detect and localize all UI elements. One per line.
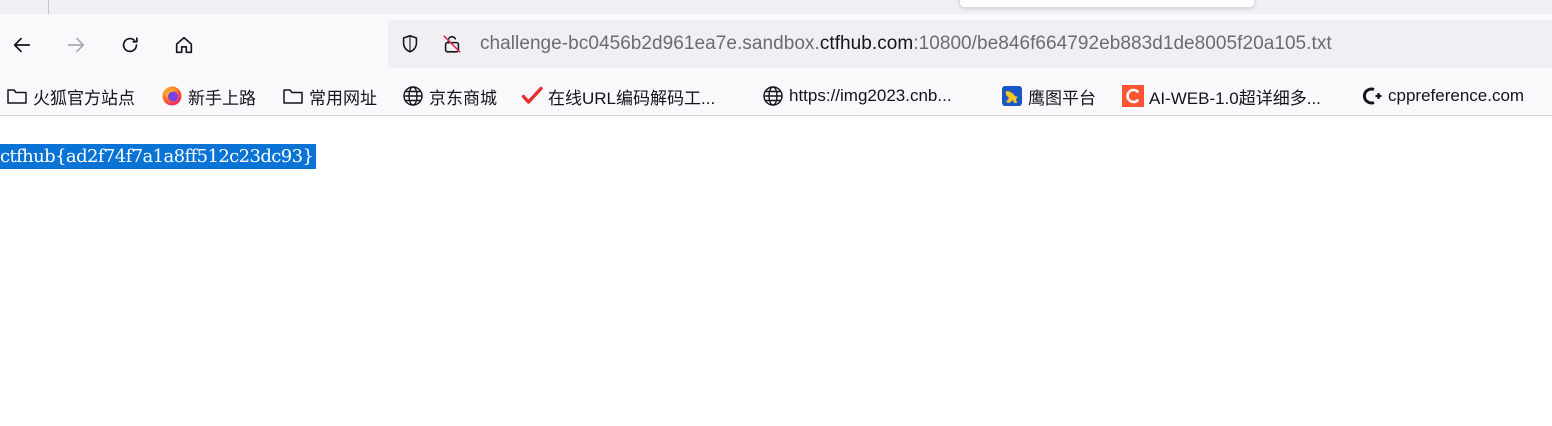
bookmark-folder-firefox-official[interactable]: 火狐官方站点 bbox=[6, 83, 135, 109]
bookmark-label: https://img2023.cnb... bbox=[789, 86, 952, 105]
cpp-logo-icon bbox=[1361, 85, 1383, 107]
bookmark-label: 常用网址 bbox=[309, 88, 377, 108]
page-content: ctfhub{ad2f74f7a1a8ff512c23dc93} bbox=[0, 117, 1552, 426]
back-arrow-icon bbox=[13, 37, 31, 53]
bookmark-label: 新手上路 bbox=[188, 88, 256, 108]
home-icon bbox=[175, 36, 193, 54]
bookmark-label: 在线URL编码解码工... bbox=[548, 88, 716, 108]
shield-icon bbox=[402, 34, 418, 53]
insecure-lock-icon bbox=[443, 35, 461, 53]
hunter-logo-icon bbox=[1001, 85, 1023, 107]
address-bar[interactable]: challenge-bc0456b2d961ea7e.sandbox.ctfhu… bbox=[388, 20, 1552, 68]
reload-icon bbox=[122, 37, 138, 53]
home-button[interactable] bbox=[168, 29, 200, 61]
forward-arrow-icon bbox=[67, 37, 85, 53]
globe-icon bbox=[402, 85, 424, 107]
bookmark-label: 鹰图平台 bbox=[1028, 88, 1096, 108]
bookmark-label: 京东商城 bbox=[429, 88, 497, 108]
bookmarks-toolbar: 火狐官方站点 新手上路 常用网址 京东商城 在线URL编码解码工... http… bbox=[0, 76, 1552, 116]
reload-button[interactable] bbox=[114, 29, 146, 61]
bookmark-jd-mall[interactable]: 京东商城 bbox=[402, 83, 497, 109]
url-prefix: challenge-bc0456b2d961ea7e.sandbox. bbox=[480, 33, 820, 54]
bookmark-ai-web-article[interactable]: AI-WEB-1.0超详细多... bbox=[1122, 83, 1321, 109]
back-button[interactable] bbox=[6, 29, 38, 61]
url-suffix: :10800/be846f664792eb883d1de8005f20a105.… bbox=[913, 33, 1332, 54]
firefox-icon bbox=[161, 85, 183, 107]
bookmark-hunter-platform[interactable]: 鹰图平台 bbox=[1001, 83, 1096, 109]
bookmark-img2023[interactable]: https://img2023.cnb... bbox=[762, 83, 952, 109]
folder-icon bbox=[6, 85, 28, 107]
bookmark-label: 火狐官方站点 bbox=[33, 88, 135, 108]
tab-divider bbox=[48, 0, 49, 14]
tracking-protection-button[interactable] bbox=[398, 32, 422, 56]
tab-strip bbox=[0, 0, 1552, 14]
red-checkmark-icon bbox=[521, 85, 543, 107]
globe-icon bbox=[762, 85, 784, 107]
flag-text-selected[interactable]: ctfhub{ad2f74f7a1a8ff512c23dc93} bbox=[0, 144, 317, 169]
folder-icon bbox=[282, 85, 304, 107]
bookmark-url-encoder[interactable]: 在线URL编码解码工... bbox=[521, 83, 715, 109]
browser-window: challenge-bc0456b2d961ea7e.sandbox.ctfhu… bbox=[0, 0, 1552, 426]
bookmark-cppreference[interactable]: cppreference.com bbox=[1361, 83, 1524, 109]
navigation-toolbar: challenge-bc0456b2d961ea7e.sandbox.ctfhu… bbox=[0, 14, 1552, 76]
bookmark-label: AI-WEB-1.0超详细多... bbox=[1149, 88, 1321, 108]
bookmark-getting-started[interactable]: 新手上路 bbox=[161, 83, 256, 109]
site-security-button[interactable] bbox=[440, 32, 464, 56]
bookmark-folder-common-sites[interactable]: 常用网址 bbox=[282, 83, 377, 109]
bookmark-label: cppreference.com bbox=[1388, 86, 1525, 105]
url-text[interactable]: challenge-bc0456b2d961ea7e.sandbox.ctfhu… bbox=[480, 32, 1332, 56]
url-domain: ctfhub.com bbox=[819, 33, 914, 54]
csdn-c-icon bbox=[1122, 85, 1144, 107]
forward-button[interactable] bbox=[60, 29, 92, 61]
popup-panel-edge bbox=[959, 0, 1255, 8]
